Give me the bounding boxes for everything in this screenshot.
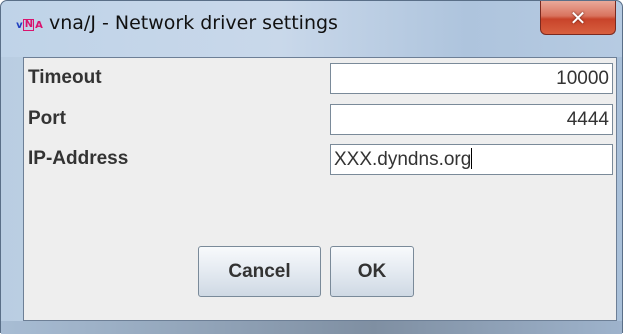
window-title: vna/J - Network driver settings xyxy=(49,12,338,34)
settings-panel: Timeout 10000 Port 4444 IP-Address XXX.d… xyxy=(23,57,617,321)
port-label: Port xyxy=(28,108,66,129)
ok-button[interactable]: OK xyxy=(330,246,414,297)
close-icon: ✕ xyxy=(569,5,587,30)
title-bar[interactable]: vNA vna/J - Network driver settings ✕ xyxy=(1,1,622,57)
text-caret xyxy=(471,148,473,169)
ip-address-value: XXX.dyndns.org xyxy=(334,149,472,170)
timeout-label: Timeout xyxy=(28,67,102,88)
ip-address-field[interactable]: XXX.dyndns.org xyxy=(330,144,613,175)
vnaj-app-icon: vNA xyxy=(16,19,43,31)
port-field[interactable]: 4444 xyxy=(330,104,613,135)
timeout-field[interactable]: 10000 xyxy=(330,63,613,94)
close-button[interactable]: ✕ xyxy=(540,1,616,35)
cancel-button[interactable]: Cancel xyxy=(198,246,321,297)
window-bottom-frame xyxy=(1,321,622,334)
ip-address-label: IP-Address xyxy=(28,148,129,169)
dialog-window: vNA vna/J - Network driver settings ✕ Ti… xyxy=(0,0,623,334)
